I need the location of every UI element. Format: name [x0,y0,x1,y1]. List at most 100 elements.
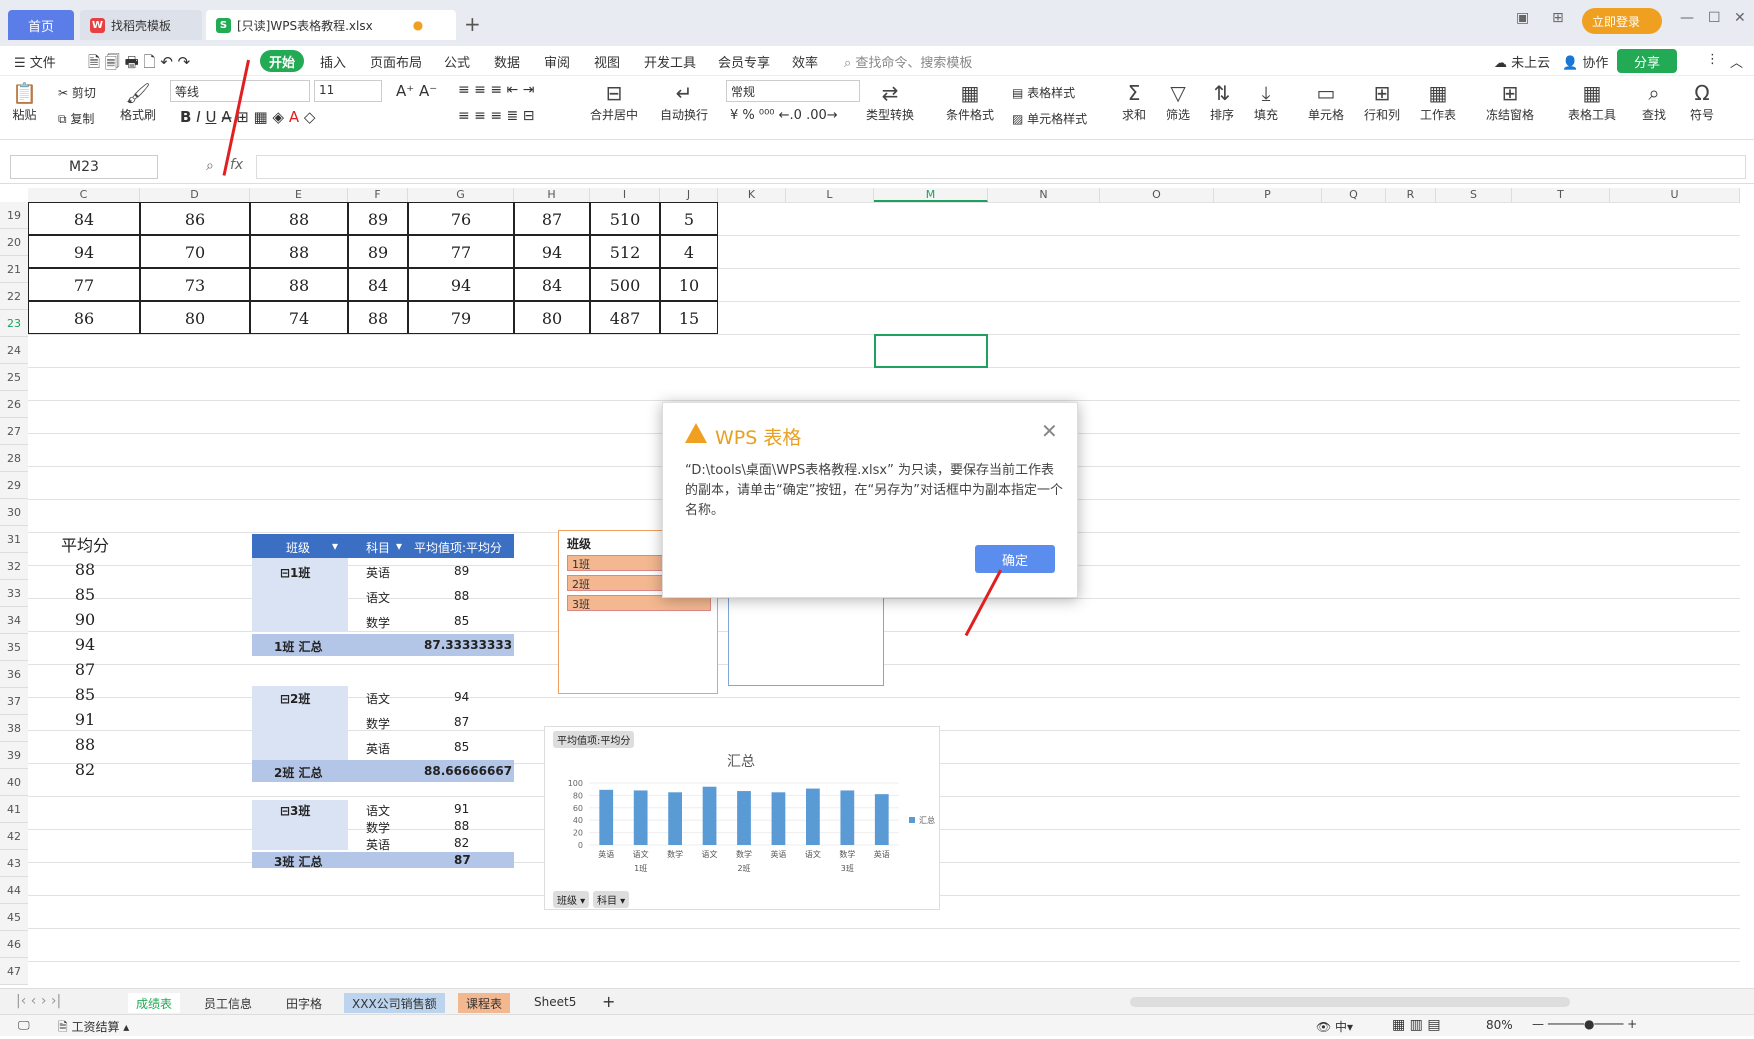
zoom-formula-icon[interactable]: ⌕ [206,158,214,174]
avg-value[interactable]: 82 [32,760,138,779]
freeze-button[interactable]: ⊞ 冻结窗格 [1486,80,1534,123]
col-header-j[interactable]: J [660,188,718,202]
zoom-level[interactable]: 80% [1486,1018,1513,1032]
wrap-text-button[interactable]: ↵ 自动换行 [660,80,708,123]
sheet-tab[interactable]: 田字格 [278,993,330,1013]
row-header-27[interactable]: 27 [0,418,28,445]
avg-value[interactable]: 88 [32,560,138,579]
pivot-value[interactable]: 85 [454,740,469,754]
type-convert-button[interactable]: ⇄ 类型转换 [866,80,914,123]
apps-icon[interactable]: ⊞ [1552,10,1564,26]
table-cell[interactable]: 70 [140,235,250,268]
menu-file[interactable]: ☰ 文件 [14,52,56,71]
font-grow-icons[interactable]: A⁺ A⁻ [396,82,437,100]
subject-slicer[interactable] [728,596,884,686]
table-cell[interactable]: 84 [514,268,590,301]
table-cell[interactable]: 74 [250,301,348,334]
col-header-i[interactable]: I [590,188,660,202]
menu-start[interactable]: 开始 [260,50,304,72]
table-cell[interactable]: 510 [590,202,660,235]
col-header-s[interactable]: S [1436,188,1512,202]
fx-icon[interactable]: fx [230,157,243,173]
menu-member[interactable]: 会员专享 [718,52,770,71]
sheet-nav-icons[interactable]: |‹ ‹ › ›| [16,993,61,1009]
zoom-slider[interactable]: — ─────●──── + [1532,1017,1637,1031]
pivot-chart[interactable]: 平均值项:平均分 汇总 100 80 60 40 20 0 英语 语文 数学 语文 数学 英语 语文 数学… [544,726,940,910]
table-cell[interactable]: 487 [590,301,660,334]
avg-value[interactable]: 85 [32,685,138,704]
col-header-m[interactable]: M [874,188,988,202]
col-header-e[interactable]: E [250,188,348,202]
table-cell[interactable]: 80 [140,301,250,334]
menu-efficiency[interactable]: 效率 [792,52,818,71]
row-header-19[interactable]: 19 [0,202,28,229]
sheet-tab[interactable]: 员工信息 [196,993,260,1013]
table-style-button[interactable]: ▤ 表格样式 [1012,84,1075,101]
row-header-24[interactable]: 24 [0,337,28,364]
chart-bar[interactable] [840,790,855,845]
table-cell[interactable]: 89 [348,235,408,268]
menu-formula[interactable]: 公式 [444,52,470,71]
chart-bar[interactable] [771,792,786,845]
number-format-select[interactable]: 常规 [726,80,860,102]
sheet-tab[interactable]: 课程表 [458,993,511,1013]
menu-insert[interactable]: 插入 [320,52,346,71]
collapse-icon[interactable]: ︿ [1730,52,1743,71]
sheet-tab[interactable]: 成绩表 [128,993,181,1013]
cut-button[interactable]: ✂ 剪切 [58,84,96,101]
table-cell[interactable]: 5 [660,202,718,235]
row-header-29[interactable]: 29 [0,472,28,499]
pivot-value[interactable]: 85 [454,614,469,628]
avg-value[interactable]: 88 [32,735,138,754]
pivot-subject[interactable]: 语文 [366,802,390,819]
pivot-subject[interactable]: 语文 [366,690,390,707]
pivot-subject[interactable]: 数学 [366,819,390,836]
col-header-k[interactable]: K [718,188,786,202]
name-box[interactable]: M23 [10,155,158,179]
tab-template[interactable]: W 找稻壳模板 [80,10,202,40]
table-cell[interactable]: 512 [590,235,660,268]
font-style-icons[interactable]: B I U A̶ ⊞ ▦ ◈ A ◇ [180,108,315,126]
row-header-46[interactable]: 46 [0,931,28,958]
pivot-group-2[interactable]: ⊟2班 [280,690,310,707]
row-col-button[interactable]: ⊞ 行和列 [1364,80,1400,123]
row-header-45[interactable]: 45 [0,904,28,931]
pivot-value[interactable]: 88 [454,819,469,833]
pivot-subject[interactable]: 英语 [366,564,390,581]
pivot-subject[interactable]: 英语 [366,836,390,853]
formula-input[interactable] [256,155,1746,179]
tab-home[interactable]: 首页 [8,10,74,40]
menu-view[interactable]: 视图 [594,52,620,71]
pivot-subject[interactable]: 数学 [366,614,390,631]
table-cell[interactable]: 84 [28,202,140,235]
copy-button[interactable]: ⧉ 复制 [58,110,94,127]
maximize-icon[interactable]: ☐ [1708,10,1721,26]
menu-data[interactable]: 数据 [494,52,520,71]
col-header-q[interactable]: Q [1322,188,1386,202]
cell-button[interactable]: ▭ 单元格 [1308,80,1344,123]
row-header-38[interactable]: 38 [0,715,28,742]
table-cell[interactable]: 87 [514,202,590,235]
menu-layout[interactable]: 页面布局 [370,52,422,71]
eye-icon[interactable]: 👁 中▾ [1316,1018,1353,1035]
pivot-value[interactable]: 89 [454,564,469,578]
pivot-subject[interactable]: 英语 [366,740,390,757]
sort-button[interactable]: ⇅ 排序 [1210,80,1234,123]
menu-developer[interactable]: 开发工具 [644,52,696,71]
add-sheet-button[interactable]: + [602,992,615,1011]
col-header-r[interactable]: R [1386,188,1436,202]
table-cell[interactable]: 88 [250,268,348,301]
row-header-26[interactable]: 26 [0,391,28,418]
layout-icon[interactable]: ▣ [1516,10,1529,26]
table-cell[interactable]: 4 [660,235,718,268]
status-monitor-icon[interactable]: 🖵 [18,1018,30,1033]
table-cell[interactable]: 89 [348,202,408,235]
find-button[interactable]: ⌕ 查找 [1642,80,1666,123]
avg-value[interactable]: 90 [32,610,138,629]
row-header-47[interactable]: 47 [0,958,28,985]
merge-center-button[interactable]: ⊟ 合并居中 [590,80,638,123]
chart-bar[interactable] [806,788,820,845]
table-cell[interactable]: 500 [590,268,660,301]
symbol-button[interactable]: Ω 符号 [1690,80,1714,123]
fill-button[interactable]: ⤓ 填充 [1254,80,1278,123]
